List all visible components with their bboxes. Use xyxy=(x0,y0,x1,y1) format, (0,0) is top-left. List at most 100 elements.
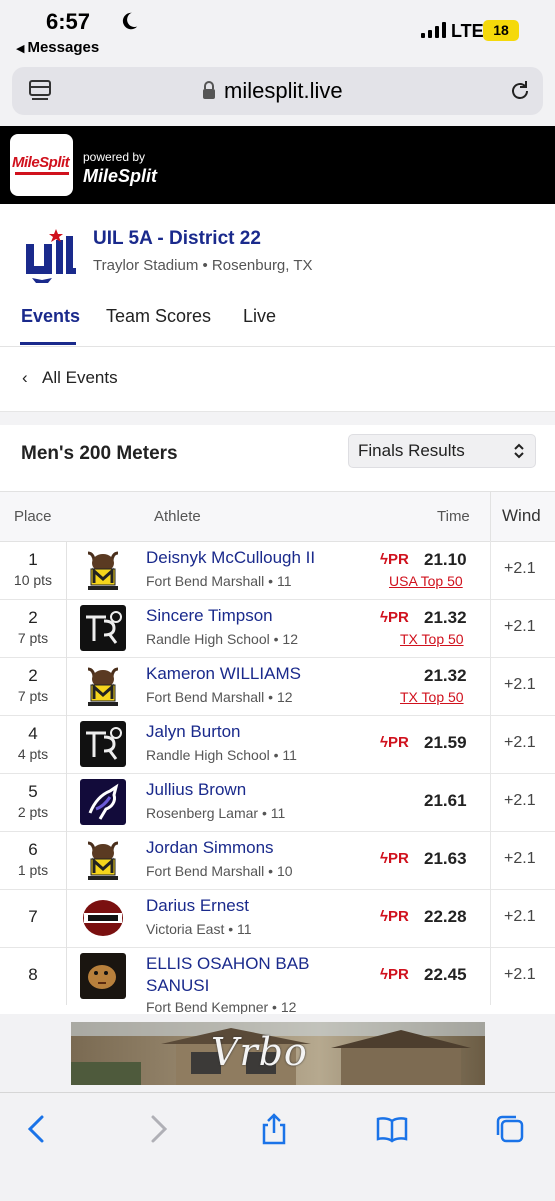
milesplit-logo-text: MileSplit xyxy=(12,154,70,171)
tab-events[interactable]: Events xyxy=(21,306,80,327)
athlete-name[interactable]: Sincere Timpson xyxy=(146,606,273,626)
school-name: Randle High School • 11 xyxy=(146,747,297,763)
athlete-name[interactable]: Kameron WILLIAMS xyxy=(146,664,301,684)
powered-by-text: powered by xyxy=(83,150,146,164)
back-to-messages[interactable]: ◀ Messages xyxy=(16,39,99,56)
table-row[interactable]: 8 ELLIS OSAHON BAB SANUSI Fort Bend Kempne… xyxy=(0,947,555,1015)
athlete-name[interactable]: Jullius Brown xyxy=(146,780,246,800)
ad-brand: Vrbo xyxy=(211,1030,308,1074)
points-value: 1 pts xyxy=(17,862,49,878)
results-view-value: Finals Results xyxy=(358,441,465,460)
status-bar: 6:57 ◀ Messages LTE 18 xyxy=(0,0,555,62)
meet-title: UIL 5A - District 22 xyxy=(93,228,261,249)
place-value: 4 xyxy=(28,724,38,743)
results-view-select[interactable]: Finals Results xyxy=(348,434,536,468)
pr-label: PR xyxy=(387,734,409,751)
school-name: Fort Bend Marshall • 10 xyxy=(146,863,293,879)
header-place: Place xyxy=(14,508,52,525)
wind-value: +2.1 xyxy=(504,618,536,635)
school-name: Victoria East • 11 xyxy=(146,921,252,937)
points-value: 2 pts xyxy=(17,804,49,820)
ranking-link[interactable]: TX Top 50 xyxy=(400,631,464,647)
team-logo[interactable] xyxy=(80,547,126,593)
network-type: LTE xyxy=(451,21,484,41)
results-table-header: Place Athlete Time Wind xyxy=(0,491,555,542)
pr-badge: ϟPR xyxy=(380,734,409,751)
back-to-messages-label: Messages xyxy=(27,39,100,56)
pr-badge: ϟPR xyxy=(380,966,409,983)
team-logo[interactable] xyxy=(80,721,126,767)
athlete-name[interactable]: ELLIS OSAHON BAB SANUSI xyxy=(146,953,326,997)
athlete-name[interactable]: Deisnyk McCullough II xyxy=(146,548,315,568)
ad-area: Vrbo xyxy=(0,1014,555,1092)
table-row[interactable]: 4 4 pts Jalyn Burton Randle High School • 1… xyxy=(0,715,555,774)
tabs-icon[interactable] xyxy=(494,1113,526,1145)
bolt-icon: ϟ xyxy=(380,609,388,626)
table-row[interactable]: 5 2 pts Jullius Brown Rosenberg Lamar • 11 2… xyxy=(0,773,555,832)
wind-value: +2.1 xyxy=(504,908,536,925)
school-name: Fort Bend Marshall • 12 xyxy=(146,689,293,705)
pr-badge: ϟPR xyxy=(380,609,409,626)
pr-badge: ϟPR xyxy=(380,908,409,925)
table-row[interactable]: 2 7 pts Kameron WILLIAMS Fort Bend Marshall… xyxy=(0,657,555,716)
forward-icon[interactable] xyxy=(141,1113,173,1145)
team-logo[interactable] xyxy=(80,837,126,883)
reader-mode-icon[interactable] xyxy=(28,79,52,103)
team-logo[interactable] xyxy=(80,953,126,999)
browser-address-area: milesplit.live xyxy=(0,62,555,126)
time-value: 21.61 xyxy=(424,791,467,810)
table-row[interactable]: 2 7 pts Sincere Timpson Randle High School … xyxy=(0,599,555,658)
bookmarks-icon[interactable] xyxy=(376,1113,408,1145)
meet-venue: Traylor Stadium • Rosenburg, TX xyxy=(93,257,313,274)
milesplit-logo[interactable]: MileSplit xyxy=(10,134,73,196)
school-name: Rosenberg Lamar • 11 xyxy=(146,805,286,821)
athlete-name[interactable]: Jordan Simmons xyxy=(146,838,274,858)
team-logo[interactable] xyxy=(80,605,126,651)
time-value: 21.63 xyxy=(424,849,467,868)
time-value: 21.59 xyxy=(424,733,467,752)
url-text[interactable]: milesplit.live xyxy=(224,78,343,104)
ranking-link[interactable]: USA Top 50 xyxy=(389,573,463,589)
time-value: 21.32 xyxy=(424,666,467,685)
share-icon[interactable] xyxy=(258,1113,290,1145)
wind-value: +2.1 xyxy=(504,792,536,809)
header-time: Time xyxy=(437,508,470,525)
vrbo-ad[interactable]: Vrbo xyxy=(71,1022,485,1085)
all-events-link[interactable]: ‹ All Events xyxy=(22,368,118,388)
team-logo[interactable] xyxy=(80,779,126,825)
points-value: 7 pts xyxy=(17,630,49,646)
table-row[interactable]: 6 1 pts Jordan Simmons Fort Bend Marshall •… xyxy=(0,831,555,890)
place-value: 2 xyxy=(28,608,38,627)
school-name: Fort Bend Marshall • 11 xyxy=(146,573,292,589)
battery-level: 18 xyxy=(493,22,509,38)
address-bar[interactable]: milesplit.live xyxy=(12,67,543,115)
team-logo[interactable] xyxy=(80,663,126,709)
reload-icon[interactable] xyxy=(508,79,532,103)
table-row[interactable]: 7 Darius Ernest Victoria East • 11 ϟPR 22.28… xyxy=(0,889,555,948)
tab-live[interactable]: Live xyxy=(243,306,276,327)
event-title: Men's 200 Meters xyxy=(21,443,178,464)
time-value: 21.10 xyxy=(424,550,467,569)
place-value: 1 xyxy=(28,550,38,569)
athlete-name[interactable]: Darius Ernest xyxy=(146,896,249,916)
pr-label: PR xyxy=(387,551,409,568)
points-value: 10 pts xyxy=(13,572,53,588)
team-logo[interactable] xyxy=(80,895,126,941)
tab-team-scores[interactable]: Team Scores xyxy=(106,306,211,327)
header-athlete: Athlete xyxy=(154,508,201,525)
back-icon[interactable] xyxy=(22,1113,54,1145)
select-arrows-icon xyxy=(514,443,524,459)
pr-badge: ϟPR xyxy=(380,551,409,568)
table-row[interactable]: 1 10 pts Deisnyk McCullough II Fort Bend Ma… xyxy=(0,541,555,600)
all-events-label: All Events xyxy=(42,368,118,387)
school-name: Fort Bend Kempner • 12 xyxy=(146,999,297,1015)
ranking-link[interactable]: TX Top 50 xyxy=(400,689,464,705)
bolt-icon: ϟ xyxy=(380,966,388,983)
wind-value: +2.1 xyxy=(504,966,536,983)
wind-value: +2.1 xyxy=(504,676,536,693)
clock: 6:57 xyxy=(46,9,91,34)
athlete-name[interactable]: Jalyn Burton xyxy=(146,722,241,742)
pr-badge: ϟPR xyxy=(380,850,409,867)
points-value: 7 pts xyxy=(17,688,49,704)
bolt-icon: ϟ xyxy=(380,908,388,925)
